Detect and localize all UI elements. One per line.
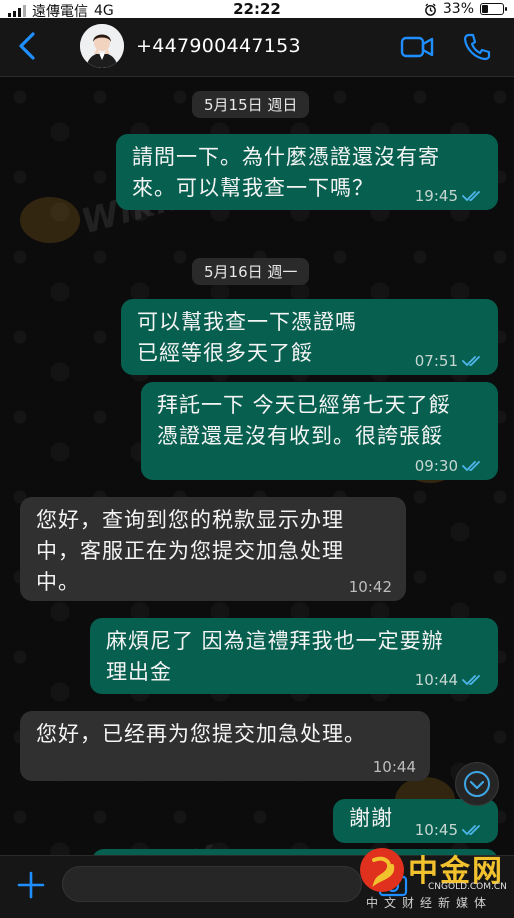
- message-text-line: 麻煩尼了 因為這禮拜我也一定要辦: [106, 629, 444, 653]
- status-bar: 遠傳電信 4G 22:22 33%: [0, 0, 514, 20]
- battery-percent: 33%: [442, 1, 474, 17]
- chevron-down-icon: [464, 771, 490, 797]
- read-receipt-icon: [462, 461, 480, 472]
- date-chip: 5月15日 週日: [192, 91, 310, 118]
- message-meta: 19:45: [415, 188, 484, 204]
- message-text-line: 您好，查询到您的税款显示办理: [36, 508, 344, 532]
- attach-button[interactable]: [16, 870, 46, 900]
- message-bubble-incoming[interactable]: 您好，查询到您的税款显示办理 中，客服正在为您提交加急处理 中。 10:42: [20, 497, 406, 601]
- message-time: 10:45: [414, 821, 458, 839]
- message-meta: 07:51: [415, 353, 484, 369]
- message-input[interactable]: [62, 866, 362, 902]
- message-time: 10:44: [372, 758, 416, 776]
- camera-button[interactable]: [378, 870, 408, 898]
- message-bubble-outgoing[interactable]: 麻煩尼了 因為這禮拜我也一定要辦 理出金 10:44: [90, 618, 498, 694]
- message-time: 10:42: [348, 578, 392, 596]
- input-bar: [0, 855, 514, 918]
- message-bubble-outgoing[interactable]: 請問一下。為什麼憑證還沒有寄 來。可以幫我查一下嗎？ 19:45: [116, 134, 498, 210]
- message-meta: 09:30: [415, 458, 484, 474]
- message-text-line: 中，客服正在为您提交加急处理: [36, 539, 344, 563]
- video-call-button[interactable]: [400, 34, 434, 60]
- message-text-line: 中。: [36, 570, 80, 594]
- read-receipt-icon: [462, 356, 480, 367]
- avatar-image: [80, 24, 124, 68]
- scroll-to-bottom-button[interactable]: [455, 762, 499, 806]
- message-time: 19:45: [414, 187, 458, 205]
- message-text-line: 拜託一下 今天已經第七天了餒: [157, 393, 451, 417]
- camera-icon: [378, 875, 408, 897]
- plus-icon: [17, 871, 45, 899]
- message-time: 07:51: [414, 352, 458, 370]
- message-text-line: 請問一下。為什麼憑證還沒有寄: [132, 145, 440, 169]
- chat-area[interactable]: WikiFX WikiFX 5月15日 週日 請問一下。為什麼憑證還沒有寄 來。…: [0, 77, 514, 912]
- avatar[interactable]: [80, 24, 124, 68]
- message-meta: 10:44: [373, 759, 416, 775]
- message-meta: 10:44: [415, 672, 484, 688]
- read-receipt-icon: [462, 191, 480, 202]
- date-chip: 5月16日 週一: [192, 258, 310, 285]
- message-bubble-outgoing[interactable]: 拜託一下 今天已經第七天了餒 憑證還是沒有收到。很誇張餒 09:30: [141, 382, 498, 480]
- read-receipt-icon: [462, 825, 480, 836]
- battery-icon: [480, 3, 507, 15]
- message-meta: 10:45: [415, 822, 484, 838]
- voice-call-button[interactable]: [463, 32, 491, 62]
- message-time: 10:44: [414, 671, 458, 689]
- message-text-line: 可以幫我查一下憑證嗎: [137, 310, 357, 334]
- back-button[interactable]: [14, 30, 42, 62]
- chevron-left-icon: [19, 32, 35, 60]
- contact-name[interactable]: +447900447153: [136, 35, 301, 57]
- phone-icon: [463, 33, 491, 61]
- message-bubble-outgoing[interactable]: 可以幫我查一下憑證嗎 已經等很多天了餒 07:51: [121, 299, 498, 375]
- message-text-line: 憑證還是沒有收到。很誇張餒: [157, 424, 443, 448]
- chat-header: +447900447153: [0, 18, 514, 77]
- message-meta: 10:42: [349, 579, 392, 595]
- message-time: 09:30: [414, 457, 458, 475]
- message-bubble-incoming[interactable]: 您好，已经再为您提交加急处理。 10:44: [20, 711, 430, 781]
- read-receipt-icon: [462, 675, 480, 686]
- status-right: 33%: [424, 1, 507, 17]
- video-camera-icon: [400, 36, 434, 58]
- alarm-icon: [424, 2, 436, 16]
- wikifx-logo-watermark: [20, 197, 80, 243]
- message-text-line: 您好，已经再为您提交加急处理。: [36, 722, 366, 746]
